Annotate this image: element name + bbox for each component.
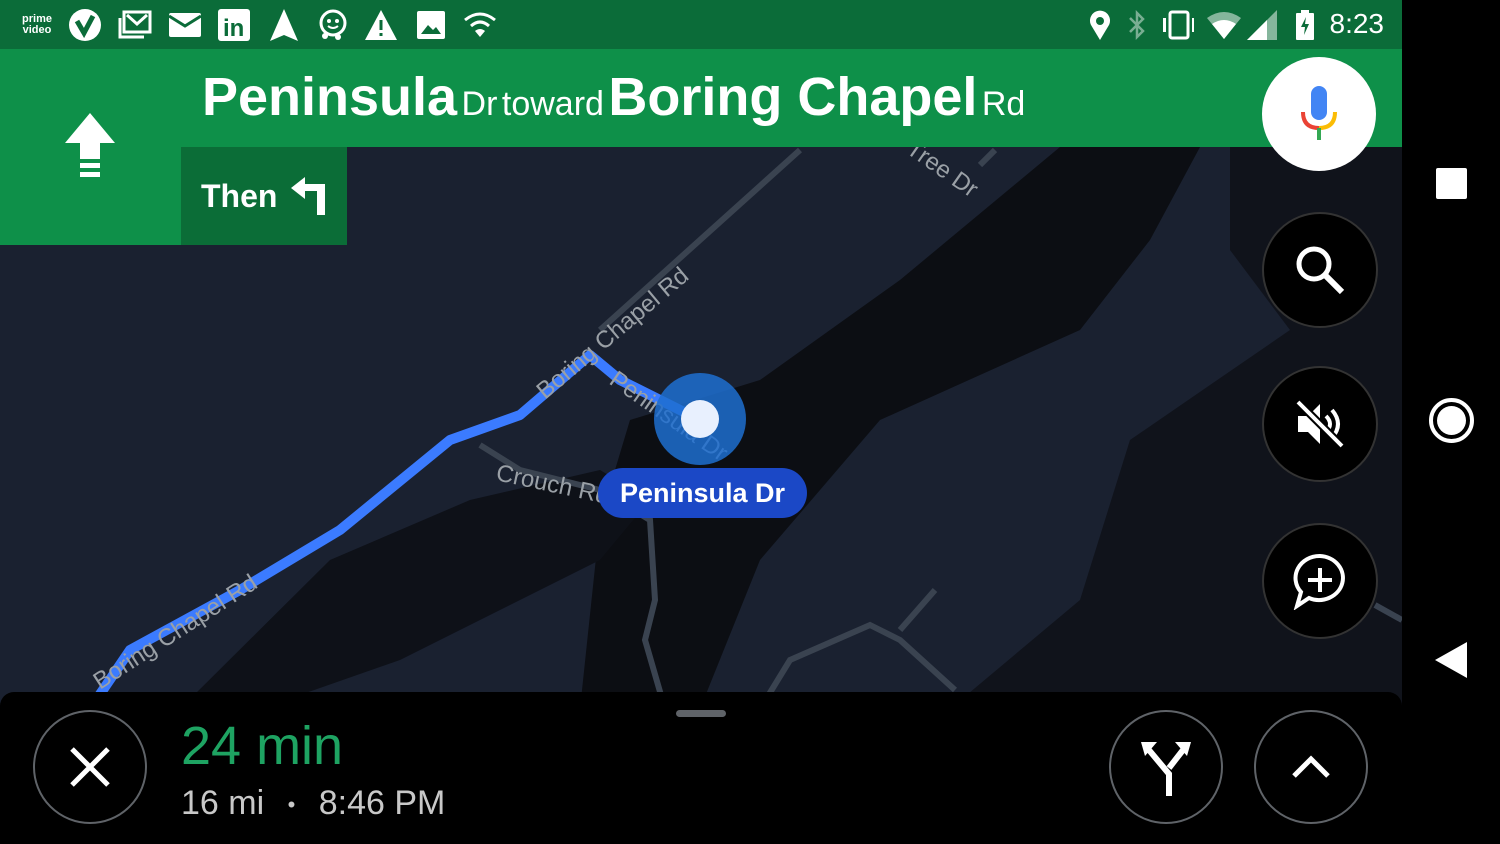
then-label: Then bbox=[201, 177, 278, 214]
svg-text:in: in bbox=[223, 15, 244, 41]
waze-icon bbox=[315, 8, 349, 42]
search-button[interactable] bbox=[1262, 212, 1378, 328]
expand-trip-button[interactable] bbox=[1254, 710, 1368, 824]
maneuver-panel[interactable] bbox=[0, 49, 181, 245]
trip-distance: 16 mi bbox=[181, 784, 265, 822]
home-circle-icon[interactable] bbox=[1429, 398, 1474, 443]
vibrate-icon bbox=[1160, 8, 1194, 42]
cell-signal-icon bbox=[1245, 8, 1279, 42]
straight-arrow-icon bbox=[65, 113, 115, 177]
toward-street-suffix: Rd bbox=[981, 85, 1026, 123]
add-report-button[interactable] bbox=[1262, 523, 1378, 639]
wifi-signal-icon bbox=[1207, 8, 1241, 42]
linkedin-icon: in bbox=[217, 8, 251, 42]
image-icon bbox=[414, 8, 448, 42]
add-report-icon bbox=[1293, 553, 1345, 610]
stop-square-icon[interactable] bbox=[1436, 168, 1467, 199]
street-name: Peninsula bbox=[202, 67, 458, 127]
voice-search-button[interactable] bbox=[1262, 57, 1376, 171]
back-triangle-icon[interactable] bbox=[1435, 642, 1467, 678]
arrival-time: 8:46 PM bbox=[318, 784, 446, 822]
separator-dot: • bbox=[287, 792, 296, 818]
email-icon bbox=[168, 8, 202, 42]
drag-handle[interactable] bbox=[676, 710, 726, 717]
system-nav-bar bbox=[1402, 0, 1500, 844]
alternate-routes-button[interactable] bbox=[1109, 710, 1223, 824]
battery-charging-icon bbox=[1288, 8, 1322, 42]
close-icon bbox=[70, 747, 110, 787]
turn-left-icon bbox=[291, 177, 326, 215]
wifi-icon bbox=[463, 8, 497, 42]
current-location-dot bbox=[681, 400, 719, 438]
search-icon bbox=[1296, 246, 1345, 295]
street-suffix: Dr bbox=[461, 85, 498, 123]
trip-duration: 24 min bbox=[181, 716, 344, 776]
navigation-arrow-icon bbox=[267, 8, 301, 42]
verizon-check-icon bbox=[68, 8, 102, 42]
fork-route-icon bbox=[1141, 742, 1191, 796]
toward-text: toward bbox=[501, 85, 604, 123]
toward-street-name: Boring Chapel bbox=[608, 67, 978, 127]
microphone-icon bbox=[1301, 86, 1337, 140]
street-instruction: Peninsula Dr toward Boring Chapel Rd bbox=[202, 66, 1025, 128]
warning-icon bbox=[364, 8, 398, 42]
chevron-up-icon bbox=[1292, 755, 1330, 778]
current-road-label: Peninsula Dr bbox=[598, 468, 808, 518]
volume-off-icon bbox=[1295, 399, 1345, 449]
gmail-stack-icon bbox=[118, 8, 152, 42]
mute-button[interactable] bbox=[1262, 366, 1378, 482]
prime-video-icon: prime video bbox=[22, 13, 52, 36]
status-bar: prime video in 8:23 bbox=[0, 0, 1402, 49]
location-icon bbox=[1083, 8, 1117, 42]
then-panel[interactable]: Then bbox=[181, 147, 347, 245]
bluetooth-icon bbox=[1120, 8, 1154, 42]
exit-navigation-button[interactable] bbox=[33, 710, 147, 824]
trip-details: 16 mi • 8:46 PM bbox=[181, 784, 445, 823]
clock: 8:23 bbox=[1329, 8, 1385, 39]
